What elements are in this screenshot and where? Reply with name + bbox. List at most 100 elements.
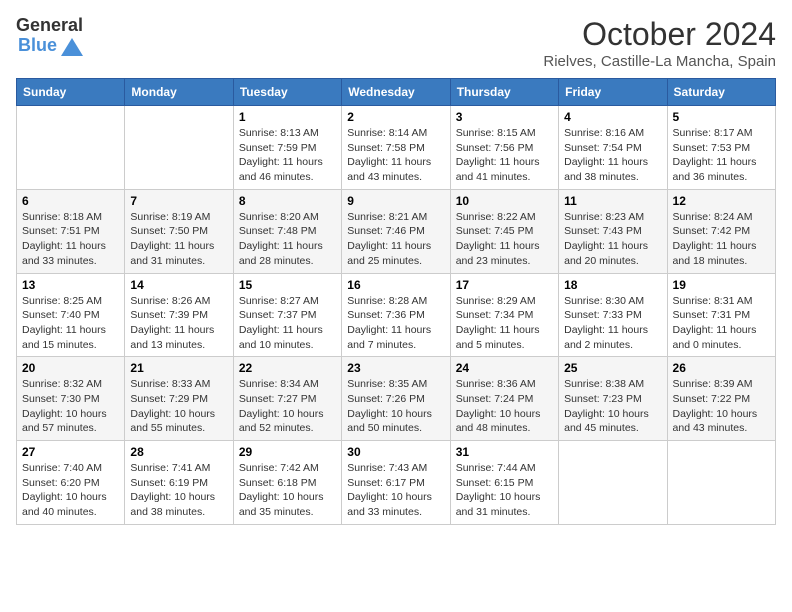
calendar-cell: 13Sunrise: 8:25 AM Sunset: 7:40 PM Dayli…	[17, 273, 125, 357]
calendar-cell: 1 Sunrise: 8:13 AM Sunset: 7:59 PM Daylig…	[233, 106, 341, 190]
day-info: Sunrise: 8:15 AM Sunset: 7:56 PM Dayligh…	[456, 126, 553, 185]
month-title: October 2024	[543, 16, 776, 53]
calendar-cell: 20 Sunrise: 8:32 AM Sunset: 7:30 PM Dayli…	[17, 357, 125, 441]
logo-blue: Blue	[18, 36, 57, 56]
day-number: 27	[22, 445, 119, 459]
calendar-header-row: SundayMondayTuesdayWednesdayThursdayFrid…	[17, 79, 776, 106]
calendar-cell: 21 Sunrise: 8:33 AM Sunset: 7:29 PM Dayli…	[125, 357, 233, 441]
weekday-header: Monday	[125, 79, 233, 106]
day-number: 3	[456, 110, 553, 124]
calendar-week-row: 1 Sunrise: 8:13 AM Sunset: 7:59 PM Daylig…	[17, 106, 776, 190]
day-number: 21	[130, 361, 227, 375]
day-number: 17	[456, 278, 553, 292]
day-info: Sunrise: 8:26 AM Sunset: 7:39 PM Dayligh…	[130, 294, 227, 353]
day-info: Sunrise: 8:16 AM Sunset: 7:54 PM Dayligh…	[564, 126, 661, 185]
day-number: 2	[347, 110, 444, 124]
calendar-cell: 11Sunrise: 8:23 AM Sunset: 7:43 PM Dayli…	[559, 189, 667, 273]
day-number: 31	[456, 445, 553, 459]
calendar-cell: 22 Sunrise: 8:34 AM Sunset: 7:27 PM Dayli…	[233, 357, 341, 441]
day-info: Sunrise: 8:30 AM Sunset: 7:33 PM Dayligh…	[564, 294, 661, 353]
calendar-cell: 16Sunrise: 8:28 AM Sunset: 7:36 PM Dayli…	[342, 273, 450, 357]
day-info: Sunrise: 8:19 AM Sunset: 7:50 PM Dayligh…	[130, 210, 227, 269]
weekday-header: Tuesday	[233, 79, 341, 106]
day-info: Sunrise: 8:38 AM Sunset: 7:23 PM Dayligh…	[564, 377, 661, 436]
day-number: 30	[347, 445, 444, 459]
day-info: Sunrise: 8:31 AM Sunset: 7:31 PM Dayligh…	[673, 294, 770, 353]
day-info: Sunrise: 7:41 AM Sunset: 6:19 PM Dayligh…	[130, 461, 227, 520]
calendar-cell: 7 Sunrise: 8:19 AM Sunset: 7:50 PM Daylig…	[125, 189, 233, 273]
day-info: Sunrise: 7:40 AM Sunset: 6:20 PM Dayligh…	[22, 461, 119, 520]
calendar-cell: 8 Sunrise: 8:20 AM Sunset: 7:48 PM Daylig…	[233, 189, 341, 273]
day-number: 25	[564, 361, 661, 375]
day-number: 4	[564, 110, 661, 124]
day-info: Sunrise: 8:14 AM Sunset: 7:58 PM Dayligh…	[347, 126, 444, 185]
weekday-header: Thursday	[450, 79, 558, 106]
weekday-header: Friday	[559, 79, 667, 106]
day-number: 20	[22, 361, 119, 375]
calendar-week-row: 20 Sunrise: 8:32 AM Sunset: 7:30 PM Dayli…	[17, 357, 776, 441]
calendar-cell: 9 Sunrise: 8:21 AM Sunset: 7:46 PM Daylig…	[342, 189, 450, 273]
calendar-table: SundayMondayTuesdayWednesdayThursdayFrid…	[16, 78, 776, 525]
calendar-cell: 5 Sunrise: 8:17 AM Sunset: 7:53 PM Daylig…	[667, 106, 775, 190]
weekday-header: Sunday	[17, 79, 125, 106]
day-info: Sunrise: 7:42 AM Sunset: 6:18 PM Dayligh…	[239, 461, 336, 520]
day-number: 10	[456, 194, 553, 208]
calendar-cell: 4 Sunrise: 8:16 AM Sunset: 7:54 PM Daylig…	[559, 106, 667, 190]
day-number: 28	[130, 445, 227, 459]
day-info: Sunrise: 8:39 AM Sunset: 7:22 PM Dayligh…	[673, 377, 770, 436]
day-info: Sunrise: 8:25 AM Sunset: 7:40 PM Dayligh…	[22, 294, 119, 353]
logo-general: General	[16, 16, 83, 36]
weekday-header: Saturday	[667, 79, 775, 106]
weekday-header: Wednesday	[342, 79, 450, 106]
day-info: Sunrise: 8:36 AM Sunset: 7:24 PM Dayligh…	[456, 377, 553, 436]
calendar-cell: 14 Sunrise: 8:26 AM Sunset: 7:39 PM Dayli…	[125, 273, 233, 357]
calendar-cell: 15Sunrise: 8:27 AM Sunset: 7:37 PM Dayli…	[233, 273, 341, 357]
day-info: Sunrise: 8:29 AM Sunset: 7:34 PM Dayligh…	[456, 294, 553, 353]
calendar-cell: 28 Sunrise: 7:41 AM Sunset: 6:19 PM Dayli…	[125, 441, 233, 525]
day-number: 1	[239, 110, 336, 124]
calendar-cell: 27 Sunrise: 7:40 AM Sunset: 6:20 PM Dayli…	[17, 441, 125, 525]
day-info: Sunrise: 8:32 AM Sunset: 7:30 PM Dayligh…	[22, 377, 119, 436]
day-number: 8	[239, 194, 336, 208]
page-header: General Blue October 2024 Rielves, Casti…	[16, 16, 776, 70]
calendar-cell: 31 Sunrise: 7:44 AM Sunset: 6:15 PM Dayli…	[450, 441, 558, 525]
day-info: Sunrise: 8:35 AM Sunset: 7:26 PM Dayligh…	[347, 377, 444, 436]
day-info: Sunrise: 8:13 AM Sunset: 7:59 PM Dayligh…	[239, 126, 336, 185]
calendar-cell: 19 Sunrise: 8:31 AM Sunset: 7:31 PM Dayli…	[667, 273, 775, 357]
day-info: Sunrise: 8:34 AM Sunset: 7:27 PM Dayligh…	[239, 377, 336, 436]
day-number: 6	[22, 194, 119, 208]
calendar-cell: 2 Sunrise: 8:14 AM Sunset: 7:58 PM Daylig…	[342, 106, 450, 190]
day-info: Sunrise: 8:18 AM Sunset: 7:51 PM Dayligh…	[22, 210, 119, 269]
day-number: 23	[347, 361, 444, 375]
day-number: 14	[130, 278, 227, 292]
calendar-cell: 10 Sunrise: 8:22 AM Sunset: 7:45 PM Dayli…	[450, 189, 558, 273]
day-info: Sunrise: 8:33 AM Sunset: 7:29 PM Dayligh…	[130, 377, 227, 436]
logo-icon	[61, 36, 83, 56]
day-info: Sunrise: 8:22 AM Sunset: 7:45 PM Dayligh…	[456, 210, 553, 269]
day-info: Sunrise: 7:44 AM Sunset: 6:15 PM Dayligh…	[456, 461, 553, 520]
day-number: 15	[239, 278, 336, 292]
day-number: 19	[673, 278, 770, 292]
location-title: Rielves, Castille-La Mancha, Spain	[543, 53, 776, 70]
calendar-cell: 12Sunrise: 8:24 AM Sunset: 7:42 PM Dayli…	[667, 189, 775, 273]
day-number: 24	[456, 361, 553, 375]
calendar-cell: 18 Sunrise: 8:30 AM Sunset: 7:33 PM Dayli…	[559, 273, 667, 357]
day-number: 18	[564, 278, 661, 292]
day-number: 16	[347, 278, 444, 292]
calendar-cell	[667, 441, 775, 525]
day-info: Sunrise: 8:20 AM Sunset: 7:48 PM Dayligh…	[239, 210, 336, 269]
calendar-cell: 29 Sunrise: 7:42 AM Sunset: 6:18 PM Dayli…	[233, 441, 341, 525]
day-info: Sunrise: 8:17 AM Sunset: 7:53 PM Dayligh…	[673, 126, 770, 185]
title-block: October 2024 Rielves, Castille-La Mancha…	[543, 16, 776, 70]
day-number: 12	[673, 194, 770, 208]
day-number: 9	[347, 194, 444, 208]
day-number: 22	[239, 361, 336, 375]
day-number: 7	[130, 194, 227, 208]
calendar-week-row: 13Sunrise: 8:25 AM Sunset: 7:40 PM Dayli…	[17, 273, 776, 357]
day-number: 29	[239, 445, 336, 459]
calendar-cell: 6 Sunrise: 8:18 AM Sunset: 7:51 PM Daylig…	[17, 189, 125, 273]
calendar-week-row: 27 Sunrise: 7:40 AM Sunset: 6:20 PM Dayli…	[17, 441, 776, 525]
day-info: Sunrise: 8:21 AM Sunset: 7:46 PM Dayligh…	[347, 210, 444, 269]
day-number: 11	[564, 194, 661, 208]
day-number: 5	[673, 110, 770, 124]
